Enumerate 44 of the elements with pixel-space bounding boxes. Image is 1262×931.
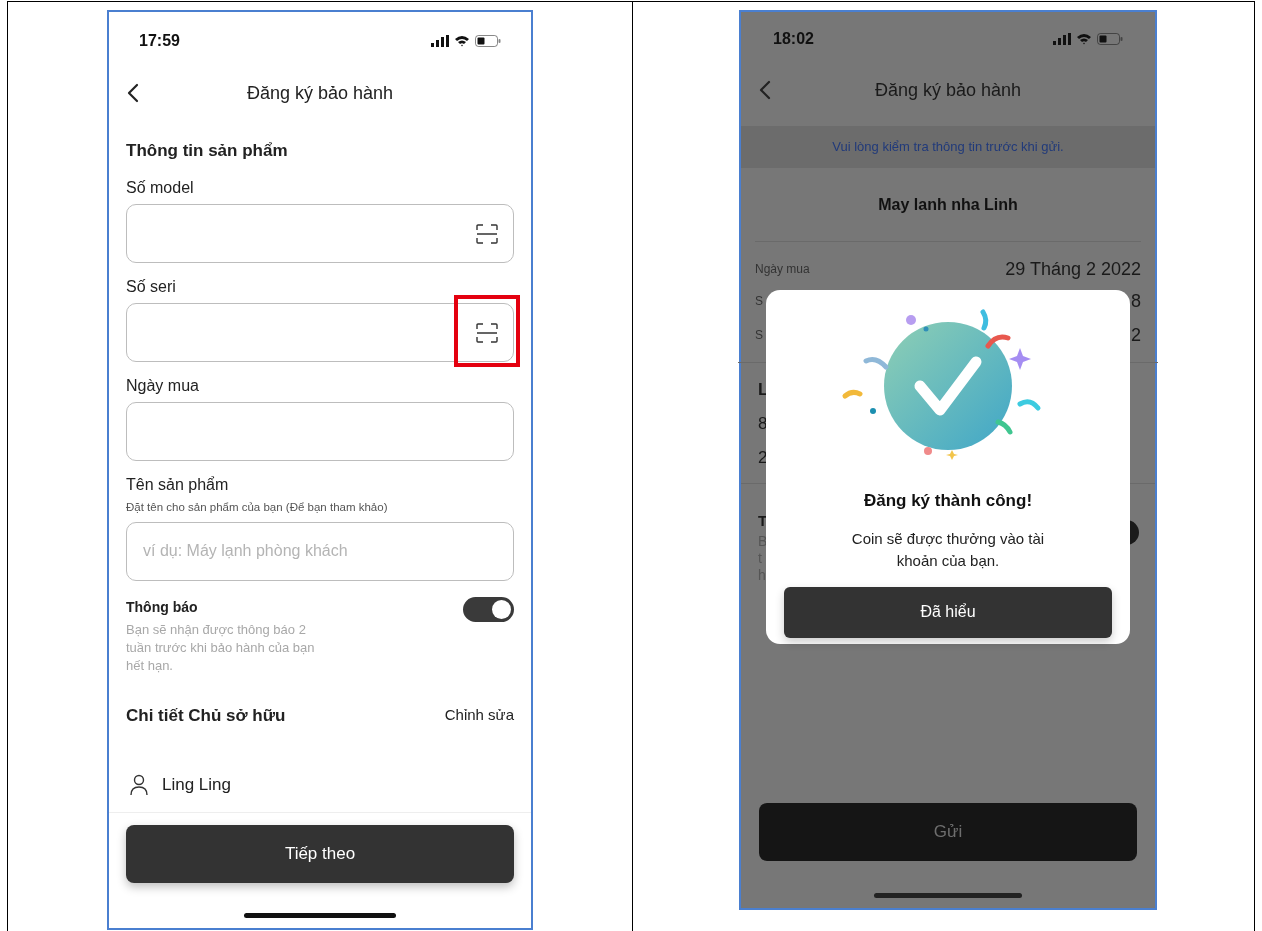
battery-icon <box>475 35 501 47</box>
toggle-switch[interactable] <box>463 596 514 622</box>
detail-label: S <box>755 293 763 310</box>
confirm-button[interactable]: Đã hiểu <box>784 586 1112 638</box>
input-field[interactable] <box>126 203 514 263</box>
field-hint: Đặt tên cho sản phẩm của bạn (Để bạn tham khảo) <box>126 499 389 515</box>
user-icon <box>130 774 148 796</box>
detail-label: S <box>755 327 763 344</box>
input-field[interactable] <box>126 302 514 362</box>
signal-icon <box>1053 33 1071 45</box>
field-label: Số seri <box>126 276 177 297</box>
owner-name: Ling Ling <box>162 774 231 797</box>
setting-description: Bạn sẽ nhận được thông báo 2 tuần trước khi bảo hành của bạn hết hạn. <box>126 620 316 675</box>
section-title: Chi tiết Chủ sở hữu <box>126 704 286 727</box>
dialog-message: Coin sẽ được thưởng vào tài khoản của bạn. <box>850 528 1046 571</box>
submit-button[interactable]: Gửi <box>759 803 1137 861</box>
screen-title: Đăng ký bảo hành <box>246 81 394 105</box>
field-label: Số model <box>126 177 195 198</box>
battery-icon <box>1097 33 1123 45</box>
status-time: 18:02 <box>773 29 814 49</box>
field-label: Tên sản phẩm <box>126 474 230 495</box>
product-name: May lanh nha Linh <box>878 194 1018 215</box>
scan-icon[interactable] <box>476 223 498 244</box>
field-label: Ngày mua <box>126 375 200 396</box>
input-field[interactable] <box>126 401 514 461</box>
notice-text: Vui lòng kiểm tra thông tin trước khi gửi. <box>832 138 1064 157</box>
scan-icon[interactable] <box>476 322 498 343</box>
detail-value: 8 <box>1131 289 1141 313</box>
setting-title: Thông báo <box>126 597 199 617</box>
section-title: Thông tin sản phẩm <box>126 140 289 162</box>
detail-value: 29 Tháng 2 2022 <box>1005 257 1141 281</box>
edit-link[interactable]: Chỉnh sửa <box>444 704 514 727</box>
wifi-icon <box>454 35 470 47</box>
screen-title: Đăng ký bảo hành <box>874 78 1022 102</box>
detail-label: Ngày mua <box>755 261 810 278</box>
signal-icon <box>431 35 449 47</box>
detail-value: 2 <box>1131 323 1141 347</box>
next-button[interactable]: Tiếp theo <box>126 825 514 883</box>
back-icon[interactable] <box>127 83 139 103</box>
address-line: 2 <box>758 447 769 469</box>
input-field[interactable]: ví dụ: Máy lạnh phòng khách <box>126 521 514 581</box>
dialog-title: Đăng ký thành công! <box>863 490 1033 512</box>
status-time: 17:59 <box>139 31 180 51</box>
wifi-icon <box>1076 33 1092 45</box>
